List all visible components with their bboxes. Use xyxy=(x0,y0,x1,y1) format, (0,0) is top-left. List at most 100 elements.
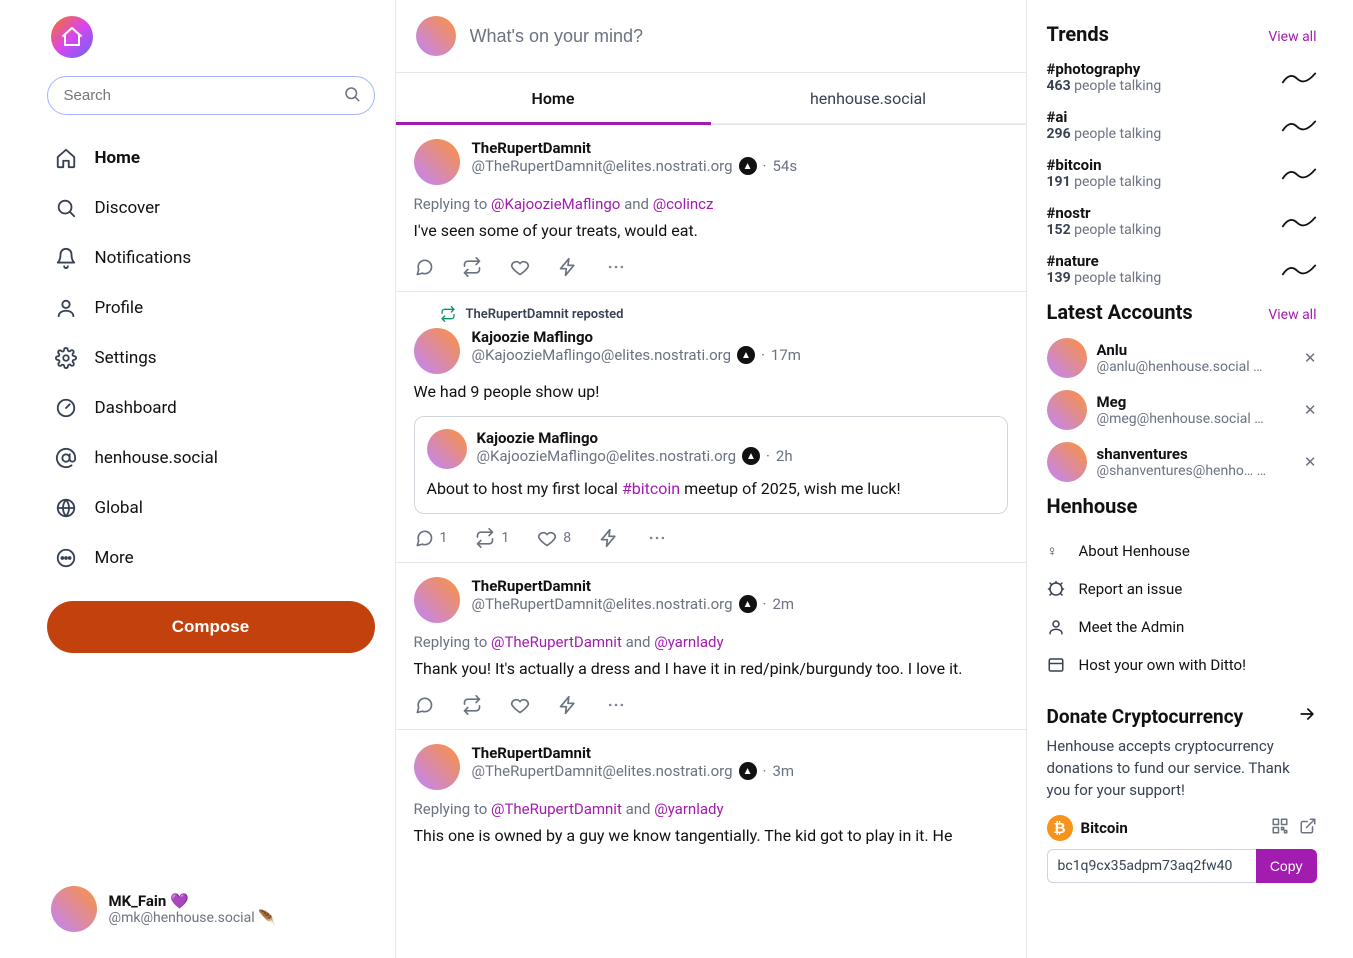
post[interactable]: TheRupertDamnit reposted Kajoozie Maflin… xyxy=(396,292,1026,563)
nav-global[interactable]: Global xyxy=(39,483,383,533)
avatar[interactable] xyxy=(414,577,460,623)
dismiss-button[interactable]: ✕ xyxy=(1304,453,1317,471)
trend-tag: #photography xyxy=(1047,60,1162,78)
crypto-address-input[interactable] xyxy=(1047,849,1256,883)
nav-home[interactable]: Home xyxy=(39,133,383,183)
avatar[interactable] xyxy=(414,328,460,374)
post-author: Kajoozie Maflingo xyxy=(477,429,793,447)
nav-notifications[interactable]: Notifications xyxy=(39,233,383,283)
about-link[interactable]: ♀About Henhouse xyxy=(1047,532,1317,570)
reply-button[interactable] xyxy=(414,257,434,277)
post-author[interactable]: TheRupertDamnit xyxy=(472,139,798,157)
trend-item[interactable]: #bitcoin191 people talking xyxy=(1047,156,1317,190)
zap-button[interactable] xyxy=(558,257,578,277)
nav-more[interactable]: More xyxy=(39,533,383,583)
avatar xyxy=(1047,390,1087,430)
my-name: MK_Fain 💜 xyxy=(109,892,276,910)
account-item[interactable]: Anlu@anlu@henhouse.social 🪶✕ xyxy=(1047,338,1317,378)
like-button[interactable] xyxy=(510,257,530,277)
nav-instance[interactable]: henhouse.social xyxy=(39,433,383,483)
trend-item[interactable]: #nature139 people talking xyxy=(1047,252,1317,286)
feed: Home henhouse.social TheRupertDamnit @Th… xyxy=(395,0,1027,958)
gear-icon xyxy=(55,347,77,369)
account-name: Anlu xyxy=(1097,341,1267,359)
app-logo[interactable] xyxy=(51,16,93,58)
post[interactable]: TheRupertDamnit @TheRupertDamnit@elites.… xyxy=(396,563,1026,730)
more-icon xyxy=(55,547,77,569)
avatar[interactable] xyxy=(414,139,460,185)
mention-link[interactable]: @TheRupertDamnit xyxy=(491,800,622,818)
tab-home[interactable]: Home xyxy=(396,73,711,124)
more-button[interactable] xyxy=(606,257,626,277)
nav-dashboard[interactable]: Dashboard xyxy=(39,383,383,433)
dismiss-button[interactable]: ✕ xyxy=(1304,401,1317,419)
copy-button[interactable]: Copy xyxy=(1256,849,1317,883)
repost-button[interactable] xyxy=(462,257,482,277)
view-all-accounts-link[interactable]: View all xyxy=(1268,307,1316,323)
more-button[interactable] xyxy=(647,528,667,548)
qr-icon[interactable] xyxy=(1271,817,1289,839)
composer-input[interactable] xyxy=(470,26,1006,47)
user-icon xyxy=(1047,618,1065,636)
post-author[interactable]: TheRupertDamnit xyxy=(472,577,795,595)
server-icon xyxy=(1047,656,1065,674)
sparkline-icon xyxy=(1281,162,1317,184)
arrow-right-icon[interactable] xyxy=(1297,704,1317,728)
like-button[interactable] xyxy=(510,695,530,715)
trend-item[interactable]: #ai296 people talking xyxy=(1047,108,1317,142)
account-name: Meg xyxy=(1097,393,1267,411)
trend-item[interactable]: #nostr152 people talking xyxy=(1047,204,1317,238)
mention-link[interactable]: @KajoozieMaflingo xyxy=(491,195,620,213)
mention-link[interactable]: @yarnlady xyxy=(654,633,723,651)
mention-link[interactable]: @colincz xyxy=(653,195,714,213)
sparkline-icon xyxy=(1281,210,1317,232)
view-all-trends-link[interactable]: View all xyxy=(1268,29,1316,45)
compose-button[interactable]: Compose xyxy=(47,601,375,653)
nav-discover[interactable]: Discover xyxy=(39,183,383,233)
account-switcher[interactable]: MK_Fain 💜 @mk@henhouse.social 🪶 xyxy=(39,876,383,942)
avatar[interactable] xyxy=(414,744,460,790)
gauge-icon xyxy=(55,397,77,419)
bell-icon xyxy=(55,247,77,269)
search-icon xyxy=(343,85,361,107)
account-handle: @meg@henhouse.social 🪶 xyxy=(1097,411,1267,427)
tab-instance[interactable]: henhouse.social xyxy=(711,73,1026,124)
trend-item[interactable]: #photography463 people talking xyxy=(1047,60,1317,94)
nav: Home Discover Notifications Profile Sett… xyxy=(39,133,383,583)
post-author[interactable]: Kajoozie Maflingo xyxy=(472,328,801,346)
reply-button[interactable] xyxy=(414,695,434,715)
external-link-icon[interactable] xyxy=(1299,817,1317,839)
mention-link[interactable]: @yarnlady xyxy=(654,800,723,818)
mention-link[interactable]: @TheRupertDamnit xyxy=(491,633,622,651)
trend-tag: #ai xyxy=(1047,108,1162,126)
dismiss-button[interactable]: ✕ xyxy=(1304,349,1317,367)
post-actions: 1 1 8 xyxy=(414,528,1008,548)
at-icon xyxy=(55,447,77,469)
zap-button[interactable] xyxy=(558,695,578,715)
donate-description: Henhouse accepts cryptocurrency donation… xyxy=(1047,736,1317,801)
meet-admin-link[interactable]: Meet the Admin xyxy=(1047,608,1317,646)
account-item[interactable]: Meg@meg@henhouse.social 🪶 ✕ xyxy=(1047,390,1317,430)
account-item[interactable]: shanventures@shanventures@henho… 🪶✕ xyxy=(1047,442,1317,482)
like-button[interactable]: 8 xyxy=(537,528,571,548)
nav-label: henhouse.social xyxy=(95,448,218,468)
post-author[interactable]: TheRupertDamnit xyxy=(472,744,795,762)
globe-icon xyxy=(55,497,77,519)
donate-heading: Donate Cryptocurrency xyxy=(1047,705,1244,728)
post[interactable]: TheRupertDamnit @TheRupertDamnit@elites.… xyxy=(396,125,1026,292)
zap-button[interactable] xyxy=(599,528,619,548)
more-button[interactable] xyxy=(606,695,626,715)
nav-profile[interactable]: Profile xyxy=(39,283,383,333)
composer[interactable] xyxy=(396,0,1026,73)
quoted-post[interactable]: Kajoozie Maflingo @KajoozieMaflingo@elit… xyxy=(414,416,1008,514)
hashtag-link[interactable]: #bitcoin xyxy=(622,479,680,498)
repost-button[interactable] xyxy=(462,695,482,715)
repost-button[interactable]: 1 xyxy=(475,528,509,548)
avatar xyxy=(416,16,456,56)
report-issue-link[interactable]: Report an issue xyxy=(1047,570,1317,608)
host-own-link[interactable]: Host your own with Ditto! xyxy=(1047,646,1317,684)
post[interactable]: TheRupertDamnit @TheRupertDamnit@elites.… xyxy=(396,730,1026,848)
nav-settings[interactable]: Settings xyxy=(39,333,383,383)
reply-button[interactable]: 1 xyxy=(414,528,448,548)
search-input[interactable] xyxy=(47,76,375,115)
